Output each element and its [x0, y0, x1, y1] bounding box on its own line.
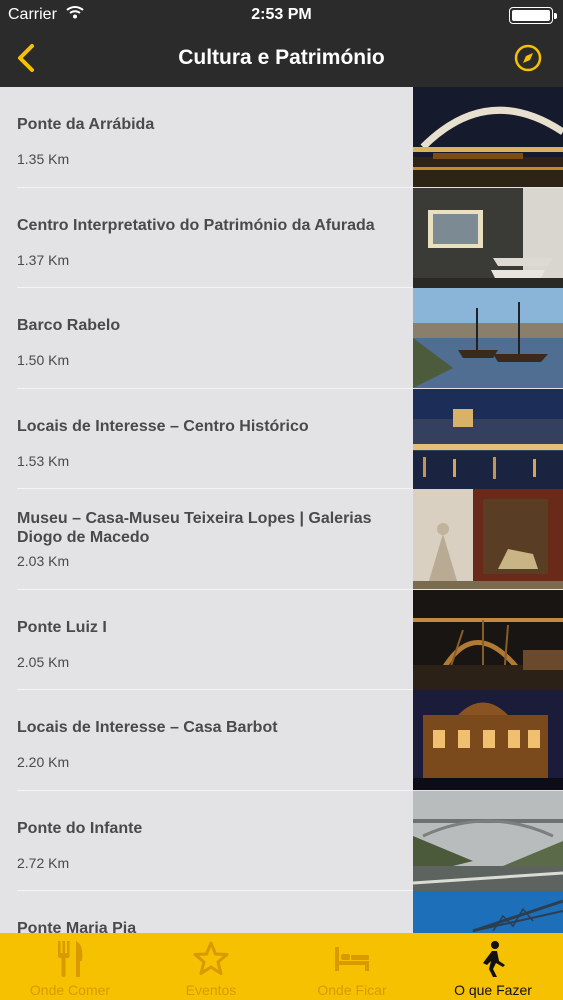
- clock: 2:53 PM: [251, 6, 312, 23]
- compass-icon[interactable]: [511, 41, 545, 75]
- navigation-bar: Cultura e Património: [0, 30, 563, 87]
- tab-eventos[interactable]: Eventos: [141, 933, 281, 1000]
- item-distance: 2.20 Km: [17, 754, 70, 770]
- list-item[interactable]: Ponte do Infante 2.72 Km: [0, 790, 563, 891]
- list-item[interactable]: Centro Interpretativo do Património da A…: [0, 187, 563, 288]
- item-distance: 1.35 Km: [17, 151, 70, 167]
- list-item[interactable]: Ponte Luiz I 2.05 Km: [0, 589, 563, 690]
- item-name: Locais de Interesse – Casa Barbot: [17, 719, 278, 736]
- tab-label: Onde Ficar: [317, 982, 387, 998]
- list-item[interactable]: Ponte da Arrábida 1.35 Km: [0, 87, 563, 188]
- item-name: Ponte Luiz I: [17, 618, 107, 636]
- item-name: Ponte da Arrábida: [17, 116, 155, 133]
- list-item[interactable]: Barco Rabelo 1.50 Km: [0, 288, 563, 389]
- places-list[interactable]: Ponte da Arrábida 1.35 Km Centro Interpr…: [0, 87, 563, 933]
- item-thumbnail: [413, 388, 563, 489]
- item-thumbnail: [413, 489, 563, 589]
- list-item[interactable]: Museu – Casa-Museu Teixeira Lopes | Gale…: [0, 489, 563, 590]
- tab-label: O que Fazer: [454, 982, 532, 998]
- item-distance: 1.50 Km: [17, 352, 70, 368]
- item-thumbnail: [413, 589, 563, 690]
- tab-label: Eventos: [185, 982, 237, 998]
- list-item[interactable]: Ponte Maria Pia: [0, 891, 563, 933]
- star-icon: [191, 939, 231, 984]
- list-item[interactable]: Locais de Interesse – Casa Barbot 2.20 K…: [0, 690, 563, 791]
- item-thumbnail: [413, 187, 563, 288]
- tab-bar: Onde Comer Eventos Onde Ficar O que Faze…: [0, 933, 563, 1000]
- item-distance: 1.53 Km: [17, 452, 70, 469]
- item-thumbnail: [413, 288, 563, 388]
- item-thumbnail: [413, 790, 563, 891]
- item-name: Museu – Casa-Museu Teixeira Lopes | Gale…: [17, 510, 372, 546]
- tab-label: Onde Comer: [29, 982, 111, 998]
- tab-onde-ficar[interactable]: Onde Ficar: [282, 933, 422, 1000]
- battery-icon: [509, 7, 557, 24]
- item-thumbnail: [413, 87, 563, 187]
- walking-person-icon: [475, 939, 511, 984]
- item-distance: 2.03 Km: [17, 553, 70, 569]
- bed-icon: [332, 939, 372, 984]
- item-distance: 2.72 Km: [17, 854, 70, 871]
- tab-o-que-fazer[interactable]: O que Fazer: [423, 933, 563, 1000]
- item-name: Ponte Maria Pia: [17, 920, 137, 933]
- list-item[interactable]: Locais de Interesse – Centro Histórico 1…: [0, 388, 563, 489]
- item-name: Centro Interpretativo do Património da A…: [17, 216, 375, 234]
- item-distance: 2.05 Km: [17, 653, 70, 670]
- status-bar: Carrier 2:53 PM: [0, 0, 563, 30]
- item-name: Barco Rabelo: [17, 317, 121, 334]
- page-title: Cultura e Património: [178, 46, 385, 69]
- item-distance: 1.37 Km: [17, 251, 70, 268]
- item-name: Ponte do Infante: [17, 819, 143, 837]
- fork-knife-icon: [54, 939, 86, 984]
- item-name: Locais de Interesse – Centro Histórico: [17, 417, 309, 435]
- item-thumbnail: [413, 891, 563, 933]
- tab-onde-comer[interactable]: Onde Comer: [0, 933, 140, 1000]
- item-thumbnail: [413, 690, 563, 790]
